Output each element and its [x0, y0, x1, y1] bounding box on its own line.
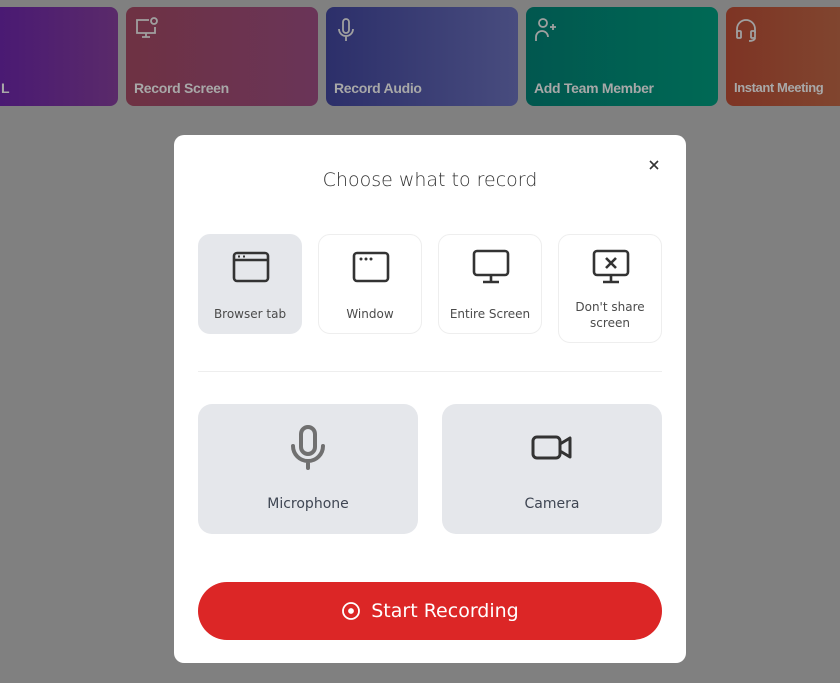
- add-team-member-card[interactable]: Add Team Member: [526, 7, 718, 106]
- start-recording-label: Start Recording: [371, 600, 519, 622]
- record-screen-card[interactable]: Record Screen: [126, 7, 318, 106]
- device-label: Camera: [524, 496, 580, 512]
- source-window[interactable]: Window: [318, 234, 422, 334]
- user-plus-icon: [535, 18, 556, 41]
- start-recording-button[interactable]: Start Recording: [198, 582, 662, 640]
- source-label: Browser tab: [213, 307, 287, 321]
- quick-action-label: Instant Meeting: [734, 80, 824, 95]
- source-label: Window: [346, 307, 394, 321]
- quick-action-label: Record Screen: [134, 80, 229, 96]
- quick-action-label: Add Team Member: [534, 80, 654, 96]
- source-entire-screen[interactable]: Entire Screen: [438, 234, 542, 334]
- microphone-icon: [338, 18, 354, 41]
- browser-tab-icon: [232, 251, 270, 283]
- source-label: Don't share screen: [575, 300, 645, 330]
- instant-meeting-card[interactable]: Instant Meeting: [726, 7, 840, 106]
- microphone-icon: [291, 425, 325, 470]
- camera-toggle[interactable]: Camera: [442, 404, 662, 534]
- source-browser-tab[interactable]: Browser tab: [198, 234, 302, 334]
- divider: [198, 371, 662, 372]
- window-icon: [352, 251, 390, 283]
- source-label: Entire Screen: [449, 307, 531, 321]
- headset-icon: [736, 19, 756, 42]
- monitor-off-icon: [592, 249, 630, 284]
- monitor-record-icon: [136, 17, 158, 38]
- microphone-toggle[interactable]: Microphone: [198, 404, 418, 534]
- modal-title: Choose what to record: [322, 169, 538, 191]
- camera-icon: [531, 435, 572, 460]
- quick-action-label: L: [1, 80, 10, 96]
- quick-action-card[interactable]: L: [0, 7, 118, 106]
- record-modal: Choose what to record Browser tab Window…: [174, 135, 686, 663]
- quick-action-label: Record Audio: [334, 80, 422, 96]
- monitor-icon: [472, 249, 510, 284]
- source-dont-share[interactable]: Don't share screen: [558, 234, 662, 343]
- device-label: Microphone: [267, 496, 349, 512]
- record-icon: [342, 602, 361, 620]
- record-audio-card[interactable]: Record Audio: [326, 7, 518, 106]
